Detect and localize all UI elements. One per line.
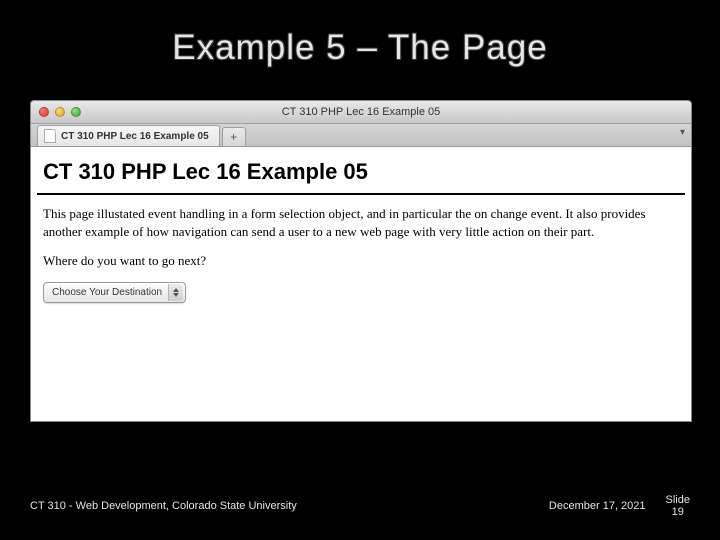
chevron-up-icon (173, 288, 179, 292)
browser-window: CT 310 PHP Lec 16 Example 05 CT 310 PHP … (30, 100, 692, 422)
page-heading: CT 310 PHP Lec 16 Example 05 (43, 159, 679, 185)
footer-date: December 17, 2021 (549, 500, 646, 512)
page-body: This page illustated event handling in a… (31, 195, 691, 313)
page-paragraph: This page illustated event handling in a… (43, 205, 679, 240)
page-icon (44, 129, 56, 143)
destination-select[interactable]: Choose Your Destination (43, 282, 186, 303)
select-value: Choose Your Destination (52, 286, 162, 300)
page-content: CT 310 PHP Lec 16 Example 05 This page i… (31, 147, 691, 421)
slide-footer: CT 310 - Web Development, Colorado State… (30, 494, 690, 518)
footer-right: December 17, 2021 Slide 19 (549, 494, 690, 518)
chevron-down-icon: ▾ (680, 127, 685, 138)
window-title: CT 310 PHP Lec 16 Example 05 (31, 106, 691, 118)
footer-slide-number: Slide 19 (666, 494, 690, 518)
slide-label: Slide (666, 494, 690, 506)
tab-label: CT 310 PHP Lec 16 Example 05 (61, 131, 209, 142)
tab-active[interactable]: CT 310 PHP Lec 16 Example 05 (37, 125, 220, 146)
toolbar-menu-button[interactable]: ▾ (680, 127, 685, 138)
select-stepper-icon (168, 284, 183, 301)
window-titlebar: CT 310 PHP Lec 16 Example 05 (31, 101, 691, 124)
new-tab-button[interactable]: + (222, 127, 246, 146)
chevron-down-icon (173, 293, 179, 297)
tab-strip: CT 310 PHP Lec 16 Example 05 + (31, 124, 691, 147)
page-prompt: Where do you want to go next? (43, 252, 679, 270)
plus-icon: + (230, 130, 237, 144)
footer-course: CT 310 - Web Development, Colorado State… (30, 500, 297, 512)
slide-title: Example 5 – The Page (0, 28, 720, 68)
slide: Example 5 – The Page CT 310 PHP Lec 16 E… (0, 0, 720, 540)
slide-number: 19 (666, 506, 690, 518)
page-header: CT 310 PHP Lec 16 Example 05 (37, 147, 685, 195)
